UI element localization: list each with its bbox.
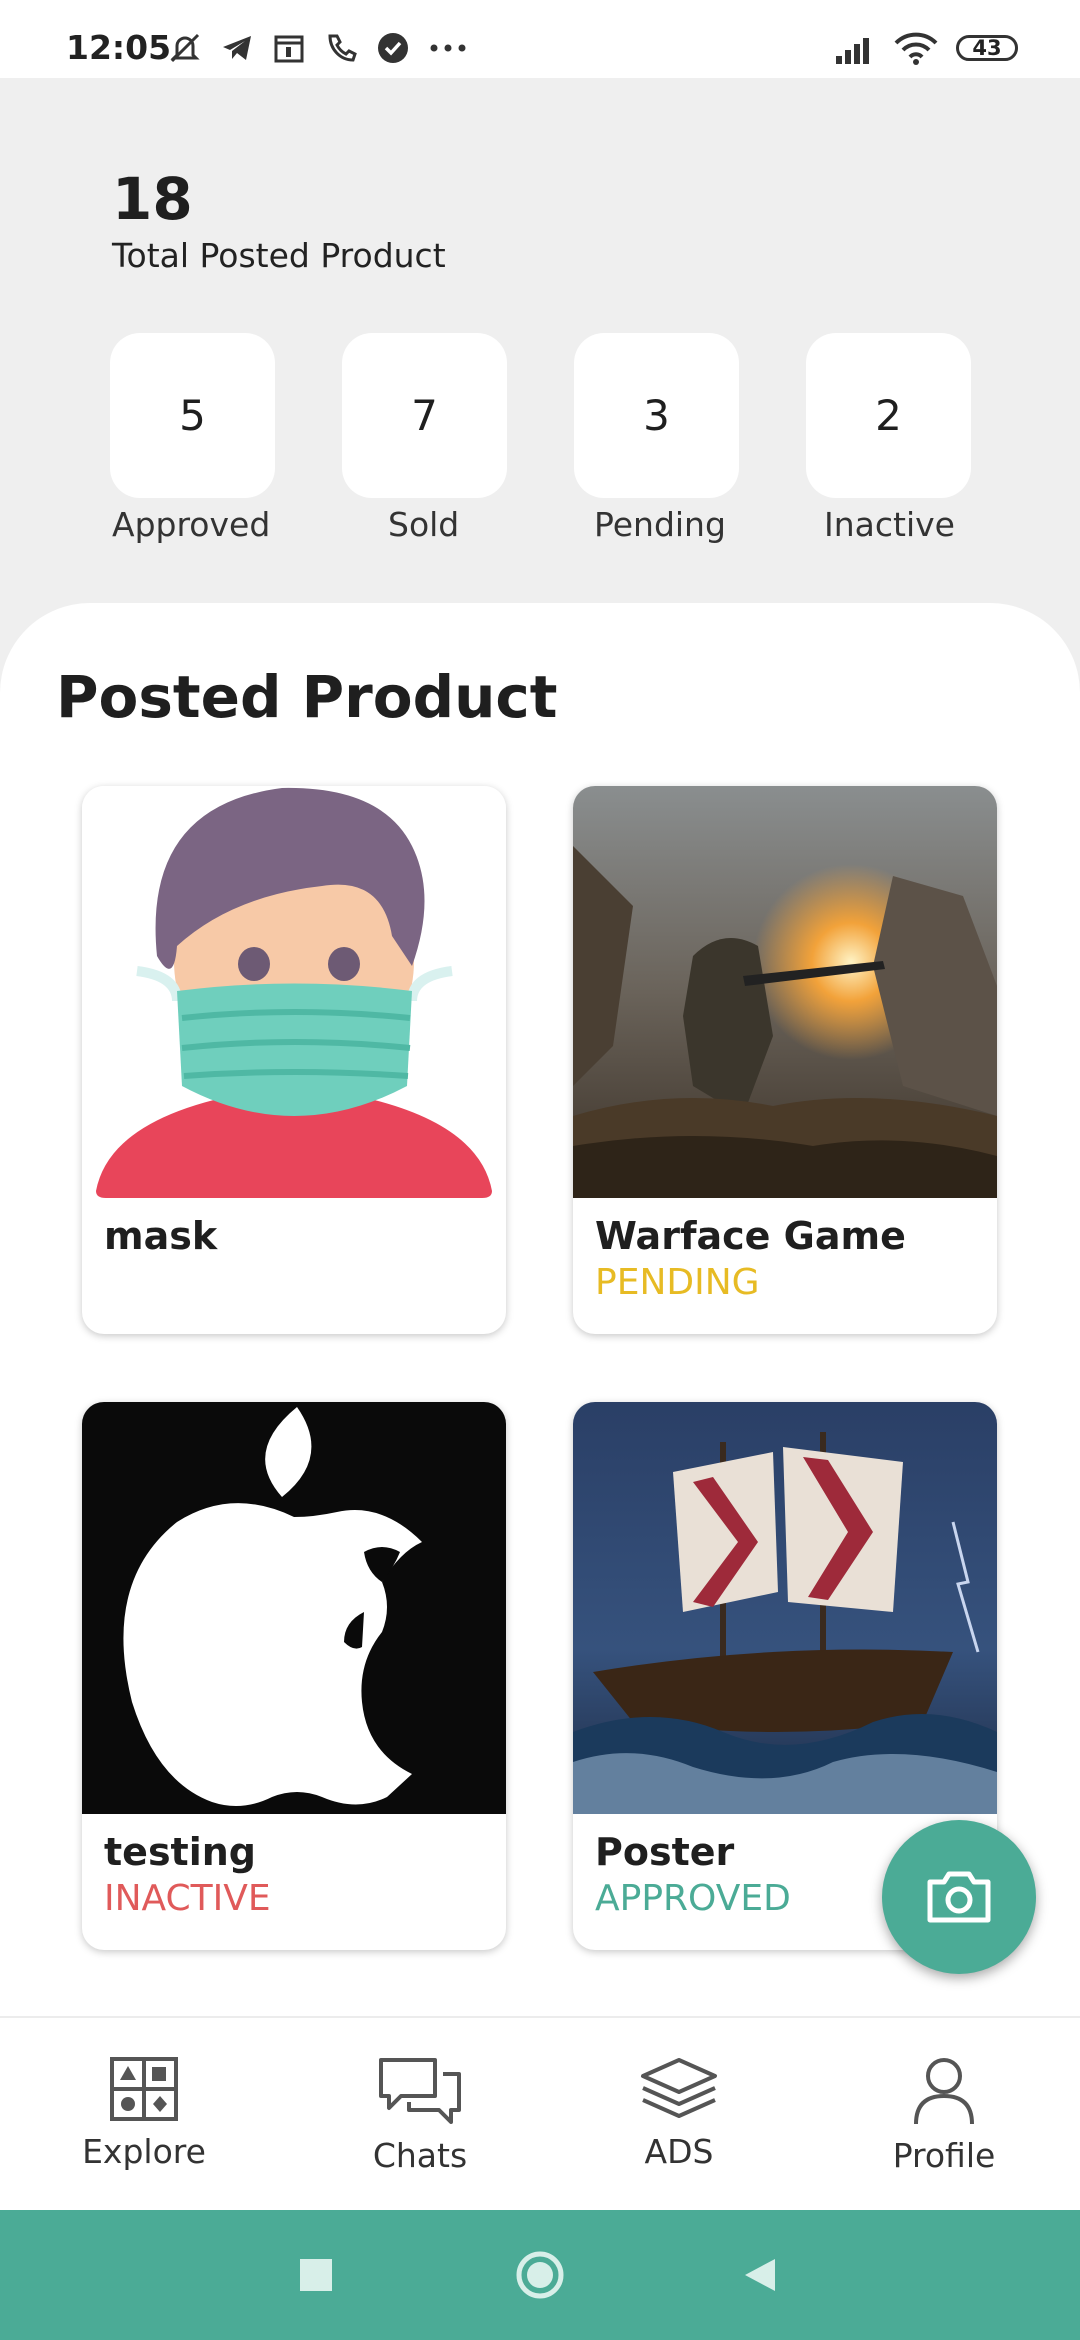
product-name-poster: Poster (595, 1830, 735, 1874)
triangle-back-icon (745, 2259, 775, 2291)
system-navigation-bar (0, 2210, 1080, 2340)
nav-ads-label: ADS (644, 2132, 714, 2171)
nav-profile[interactable]: Profile (854, 2056, 1034, 2175)
total-posted-label: Total Posted Product (112, 236, 446, 275)
telegram-icon (223, 36, 251, 60)
signal-icon (836, 38, 869, 64)
product-name-testing: testing (104, 1830, 256, 1874)
nav-ads[interactable]: ADS (589, 2056, 769, 2171)
recents-button[interactable] (296, 2210, 336, 2340)
stat-sold-value: 7 (411, 391, 438, 440)
camera-fab-button[interactable] (882, 1820, 1036, 1974)
product-image-mask (82, 786, 506, 1198)
status-bar: 12:05 43 (0, 0, 1080, 78)
mute-bell-icon (170, 33, 200, 63)
product-image-warface (573, 786, 997, 1198)
battery-level: 43 (972, 36, 1002, 60)
product-status-testing: INACTIVE (104, 1878, 271, 1919)
check-badge-icon (378, 33, 408, 63)
nav-explore-label: Explore (82, 2132, 206, 2171)
stat-inactive-label: Inactive (824, 505, 955, 544)
stat-approved-box: 5 (110, 333, 275, 498)
stat-sold-box: 7 (342, 333, 507, 498)
stat-approved-label: Approved (112, 505, 271, 544)
camera-icon (927, 1871, 991, 1923)
stat-inactive-value: 2 (875, 391, 902, 440)
stat-sold-label: Sold (388, 505, 460, 544)
stat-pending-label: Pending (594, 505, 726, 544)
stat-pending-box: 3 (574, 333, 739, 498)
nav-chats[interactable]: Chats (330, 2056, 510, 2175)
stat-approved[interactable]: 5 Approved (110, 333, 330, 544)
status-notification-icons (168, 28, 468, 68)
battery-indicator: 43 (956, 35, 1018, 61)
square-recents-icon (300, 2259, 332, 2291)
product-name-warface: Warface Game (595, 1214, 906, 1258)
stat-pending-value: 3 (643, 391, 670, 440)
section-title: Posted Product (56, 663, 558, 731)
wifi-icon (894, 32, 938, 65)
product-status-poster: APPROVED (595, 1878, 791, 1919)
status-time: 12:05 (66, 28, 172, 67)
calendar-icon (274, 35, 304, 63)
product-status-warface: PENDING (595, 1262, 760, 1303)
wifi-call-icon (328, 34, 357, 62)
stat-sold[interactable]: 7 Sold (342, 333, 562, 544)
product-image-testing (82, 1402, 506, 1814)
bottom-navigation: Explore Chats ADS Profile (0, 2016, 1080, 2212)
circle-home-icon (516, 2251, 564, 2299)
product-name-mask: mask (104, 1214, 218, 1258)
stat-approved-value: 5 (179, 391, 206, 440)
nav-explore[interactable]: Explore (54, 2056, 234, 2171)
home-button[interactable] (512, 2210, 568, 2340)
explore-grid-icon (110, 2057, 178, 2121)
status-system-icons: 43 (834, 28, 1018, 68)
product-card-mask[interactable]: mask (82, 786, 506, 1334)
layers-icon (641, 2058, 717, 2118)
stat-inactive-box: 2 (806, 333, 971, 498)
total-posted-count: 18 (112, 165, 193, 233)
product-card-testing[interactable]: testing INACTIVE (82, 1402, 506, 1950)
stat-pending[interactable]: 3 Pending (574, 333, 794, 544)
stat-inactive[interactable]: 2 Inactive (806, 333, 1026, 544)
product-image-poster (573, 1402, 997, 1814)
nav-chats-label: Chats (372, 2136, 468, 2175)
product-card-warface[interactable]: Warface Game PENDING (573, 786, 997, 1334)
posted-products-panel: Posted Product mask Warface Game PENDING… (0, 603, 1080, 2023)
nav-profile-label: Profile (892, 2136, 996, 2175)
back-button[interactable] (740, 2210, 780, 2340)
status-stats: 5 Approved 7 Sold 3 Pending 2 Inactive (110, 333, 971, 553)
more-dots-icon (430, 44, 466, 52)
person-icon (914, 2058, 974, 2125)
chat-bubbles-icon (379, 2058, 461, 2124)
